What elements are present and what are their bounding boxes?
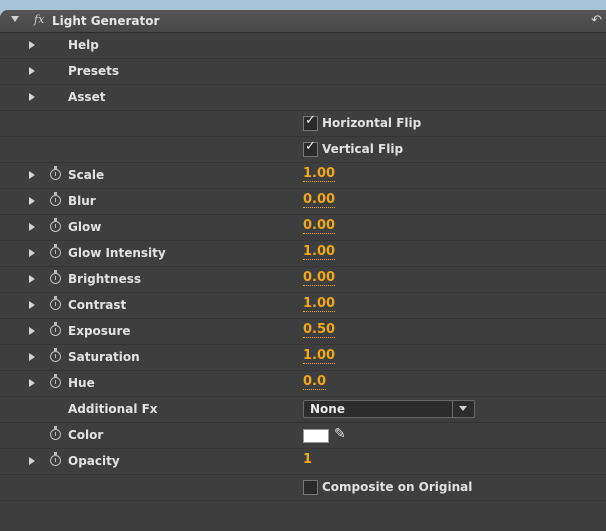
expand-triangle-icon[interactable] bbox=[29, 197, 35, 205]
param-label: Brightness bbox=[68, 272, 142, 286]
color-label: Color bbox=[68, 428, 104, 442]
horizontal-flip-checkbox[interactable]: ✓ bbox=[303, 113, 318, 131]
fx-icon[interactable]: fx bbox=[34, 13, 44, 26]
expand-triangle-icon[interactable] bbox=[29, 41, 35, 49]
group-label: Asset bbox=[68, 90, 106, 104]
param-value[interactable]: 0.00 bbox=[303, 219, 336, 234]
param-label: Glow bbox=[68, 220, 102, 234]
eyedropper-icon[interactable]: ✎ bbox=[334, 426, 346, 442]
param-value[interactable]: 1.00 bbox=[303, 297, 336, 312]
expand-triangle-icon[interactable] bbox=[29, 223, 35, 231]
stopwatch-icon[interactable] bbox=[50, 166, 61, 180]
stopwatch-icon[interactable] bbox=[50, 426, 61, 440]
param-label: Contrast bbox=[68, 298, 127, 312]
stopwatch-icon[interactable] bbox=[50, 270, 61, 284]
expand-triangle-icon[interactable] bbox=[29, 171, 35, 179]
additional-fx-row: Additional Fx None bbox=[0, 397, 606, 423]
composite-row: Composite on Original bbox=[0, 475, 606, 501]
group-row-asset[interactable]: Asset bbox=[0, 85, 606, 111]
expand-triangle-icon[interactable] bbox=[29, 457, 35, 465]
vertical-flip-label[interactable]: Vertical Flip bbox=[322, 142, 403, 156]
opacity-label: Opacity bbox=[68, 454, 120, 468]
param-row-saturation: Saturation 1.00 bbox=[0, 345, 606, 371]
additional-fx-label: Additional Fx bbox=[68, 402, 158, 416]
stopwatch-icon[interactable] bbox=[50, 374, 61, 388]
group-label: Presets bbox=[68, 64, 120, 78]
param-value[interactable]: 0.00 bbox=[303, 193, 336, 208]
color-swatch[interactable] bbox=[303, 429, 329, 443]
expand-triangle-icon[interactable] bbox=[29, 275, 35, 283]
vertical-flip-row: ✓ Vertical Flip bbox=[0, 137, 606, 163]
effect-controls-panel: fx Light Generator ↶ Help Presets Asset … bbox=[0, 10, 606, 531]
param-label: Glow Intensity bbox=[68, 246, 166, 260]
stopwatch-icon[interactable] bbox=[50, 218, 61, 232]
stopwatch-icon[interactable] bbox=[50, 348, 61, 362]
param-value[interactable]: 0.0 bbox=[303, 375, 327, 390]
param-label: Scale bbox=[68, 168, 105, 182]
param-value[interactable]: 1.00 bbox=[303, 167, 336, 182]
horizontal-flip-label[interactable]: Horizontal Flip bbox=[322, 116, 421, 130]
param-label: Exposure bbox=[68, 324, 131, 338]
collapse-triangle-icon[interactable] bbox=[11, 16, 19, 22]
param-value[interactable]: 0.50 bbox=[303, 323, 336, 338]
select-divider bbox=[452, 401, 453, 417]
opacity-row: Opacity 1 bbox=[0, 449, 606, 475]
expand-triangle-icon[interactable] bbox=[29, 67, 35, 75]
check-mark-icon: ✓ bbox=[305, 113, 316, 128]
expand-triangle-icon[interactable] bbox=[29, 93, 35, 101]
stopwatch-icon[interactable] bbox=[50, 452, 61, 466]
param-row-contrast: Contrast 1.00 bbox=[0, 293, 606, 319]
expand-triangle-icon[interactable] bbox=[29, 249, 35, 257]
group-label: Help bbox=[68, 38, 99, 52]
stopwatch-icon[interactable] bbox=[50, 192, 61, 206]
stopwatch-icon[interactable] bbox=[50, 244, 61, 258]
stopwatch-icon[interactable] bbox=[50, 322, 61, 336]
reset-icon[interactable]: ↶ bbox=[591, 13, 602, 28]
stopwatch-icon[interactable] bbox=[50, 296, 61, 310]
expand-triangle-icon[interactable] bbox=[29, 301, 35, 309]
param-value[interactable]: 1.00 bbox=[303, 245, 336, 260]
param-row-blur: Blur 0.00 bbox=[0, 189, 606, 215]
expand-triangle-icon[interactable] bbox=[29, 353, 35, 361]
chevron-down-icon[interactable] bbox=[459, 406, 467, 411]
horizontal-flip-row: ✓ Horizontal Flip bbox=[0, 111, 606, 137]
check-mark-icon: ✓ bbox=[305, 139, 316, 154]
composite-checkbox[interactable] bbox=[303, 480, 318, 495]
param-label: Hue bbox=[68, 376, 95, 390]
expand-triangle-icon[interactable] bbox=[29, 379, 35, 387]
color-row: Color ✎ bbox=[0, 423, 606, 449]
effect-header[interactable]: fx Light Generator ↶ bbox=[0, 10, 606, 33]
param-label: Blur bbox=[68, 194, 96, 208]
composite-label[interactable]: Composite on Original bbox=[322, 480, 472, 494]
expand-triangle-icon[interactable] bbox=[29, 327, 35, 335]
select-value: None bbox=[310, 402, 345, 416]
group-row-presets[interactable]: Presets bbox=[0, 59, 606, 85]
additional-fx-select[interactable]: None bbox=[303, 400, 475, 418]
effect-title: Light Generator bbox=[52, 14, 160, 28]
param-row-brightness: Brightness 0.00 bbox=[0, 267, 606, 293]
param-row-exposure: Exposure 0.50 bbox=[0, 319, 606, 345]
param-value[interactable]: 0.00 bbox=[303, 271, 336, 286]
group-row-help[interactable]: Help bbox=[0, 33, 606, 59]
vertical-flip-checkbox[interactable]: ✓ bbox=[303, 139, 318, 157]
param-value[interactable]: 1.00 bbox=[303, 349, 336, 364]
param-row-glow: Glow 0.00 bbox=[0, 215, 606, 241]
param-row-glow-intensity: Glow Intensity 1.00 bbox=[0, 241, 606, 267]
param-row-hue: Hue 0.0 bbox=[0, 371, 606, 397]
param-label: Saturation bbox=[68, 350, 140, 364]
opacity-value[interactable]: 1 bbox=[303, 453, 312, 467]
param-row-scale: Scale 1.00 bbox=[0, 163, 606, 189]
